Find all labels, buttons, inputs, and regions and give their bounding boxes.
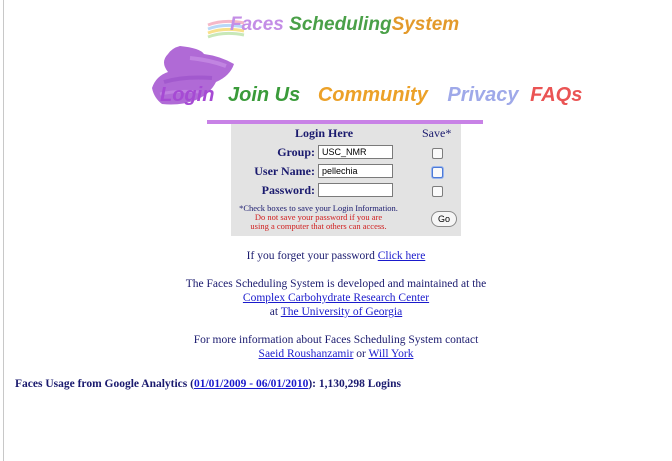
password-field[interactable] <box>318 183 393 197</box>
login-panel: Login Here Save* Group: USC_NMR User Nam… <box>231 124 461 236</box>
nav-join-us[interactable]: Join Us <box>228 84 300 106</box>
save-username-checkbox[interactable] <box>432 167 443 178</box>
contact-block: For more information about Faces Schedul… <box>0 333 672 361</box>
group-label: Group: <box>277 145 315 159</box>
password-label: Password: <box>261 183 315 197</box>
nav-login[interactable]: Login <box>160 84 214 106</box>
contact-person-2-link[interactable]: Will York <box>369 348 414 360</box>
nav-privacy[interactable]: Privacy <box>447 84 518 106</box>
group-field[interactable]: USC_NMR <box>318 145 393 159</box>
username-field[interactable]: pellechia <box>318 164 393 178</box>
uga-link[interactable]: The University of Georgia <box>281 306 402 318</box>
ccrc-link[interactable]: Complex Carbohydrate Research Center <box>243 292 429 304</box>
about-at: at <box>269 306 281 318</box>
logo-word-scheduling: Scheduling <box>289 14 392 35</box>
analytics-line: Faces Usage from Google Analytics (01/01… <box>15 378 401 390</box>
contact-or: or <box>353 348 369 360</box>
forgot-password-line: If you forget your password Click here <box>0 249 672 263</box>
logo-word-faces: Faces <box>230 14 284 35</box>
contact-person-1-link[interactable]: Saeid Roushanzamir <box>259 348 354 360</box>
nav-community[interactable]: Community <box>318 84 428 106</box>
save-note: *Check boxes to save your Login Informat… <box>231 204 406 231</box>
note-line-3: using a computer that others can access. <box>250 221 387 231</box>
forgot-link[interactable]: Click here <box>378 250 426 262</box>
contact-line: For more information about Faces Schedul… <box>193 334 479 346</box>
analytics-date-link[interactable]: 01/01/2009 - 06/01/2010 <box>194 378 308 390</box>
analytics-suffix: ): 1,130,298 Logins <box>308 378 401 390</box>
main-nav: Login Join Us Community Privacy FAQs <box>160 84 582 107</box>
site-logo-title: Faces SchedulingSystem <box>230 14 459 36</box>
save-group-checkbox[interactable] <box>432 148 443 159</box>
forgot-text: If you forget your password <box>246 250 378 262</box>
username-label: User Name: <box>254 164 315 178</box>
save-heading: Save* <box>422 126 452 140</box>
nav-faqs[interactable]: FAQs <box>530 84 582 106</box>
analytics-prefix: Faces Usage from Google Analytics ( <box>15 378 194 390</box>
logo-word-system: System <box>391 14 460 35</box>
about-line: The Faces Scheduling System is developed… <box>185 278 487 290</box>
left-border-line <box>3 0 4 461</box>
login-heading: Login Here <box>295 126 354 140</box>
go-button[interactable]: Go <box>431 211 457 227</box>
save-password-checkbox[interactable] <box>432 186 443 197</box>
about-block: The Faces Scheduling System is developed… <box>0 277 672 319</box>
